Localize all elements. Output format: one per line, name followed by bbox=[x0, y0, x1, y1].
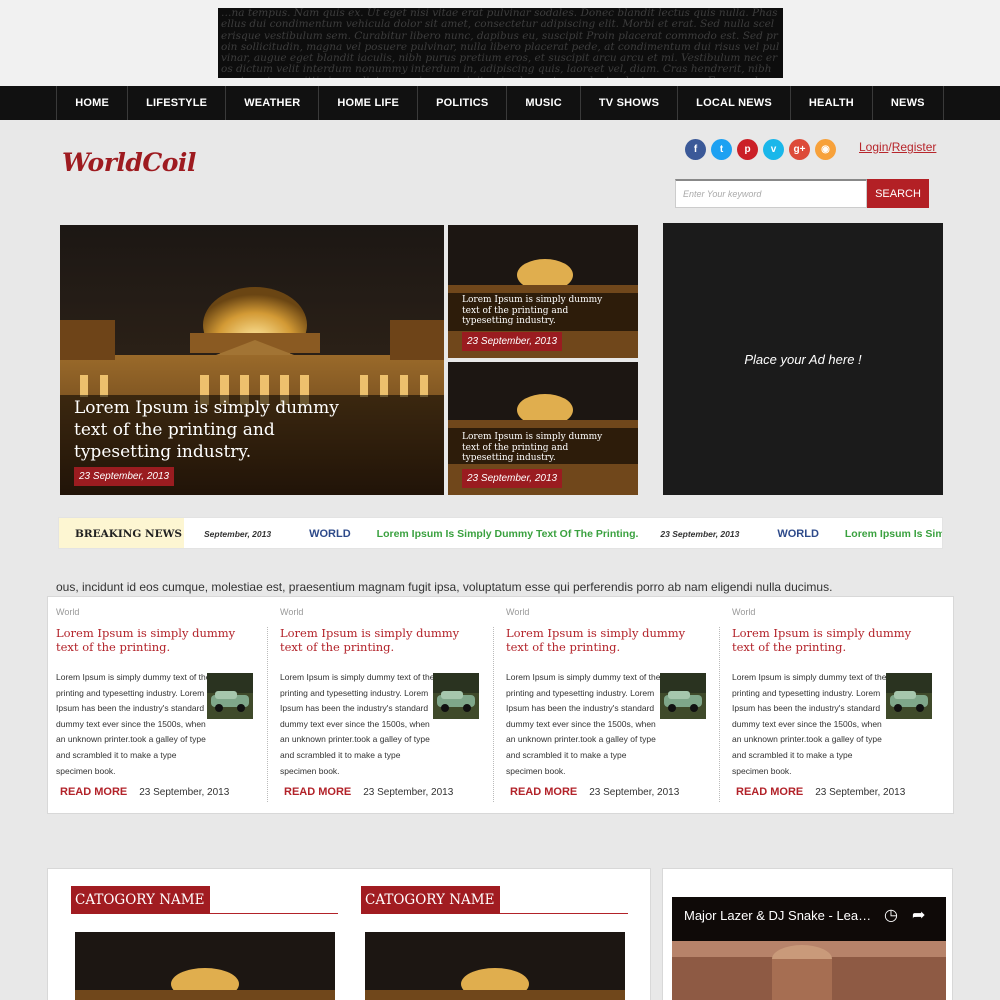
category-photo[interactable] bbox=[365, 932, 625, 1000]
nav-item-tv-shows[interactable]: TV SHOWS bbox=[581, 86, 679, 120]
nav-item-weather[interactable]: WEATHER bbox=[226, 86, 320, 120]
article-grid: World Lorem Ipsum is simply dummy text o… bbox=[47, 596, 954, 814]
ticker-date: September, 2013 bbox=[204, 529, 272, 539]
article-title[interactable]: Lorem Ipsum is simply dummy text of the … bbox=[56, 626, 256, 654]
read-more-link[interactable]: READ MORE bbox=[736, 786, 803, 798]
article-thumbnail[interactable] bbox=[886, 673, 932, 719]
google-plus-icon[interactable]: g+ bbox=[789, 139, 810, 160]
article-date: 23 September, 2013 bbox=[363, 787, 454, 798]
column-divider bbox=[719, 627, 720, 802]
article-title[interactable]: Lorem Ipsum is simply dummy text of the … bbox=[280, 626, 480, 654]
featured-side-story[interactable]: Lorem Ipsum is simply dummy text of the … bbox=[448, 362, 638, 495]
nav-item-home-life[interactable]: HOME LIFE bbox=[319, 86, 419, 120]
article-category[interactable]: World bbox=[732, 607, 755, 617]
article-category[interactable]: World bbox=[506, 607, 529, 617]
category-title[interactable]: CATOGORY NAME bbox=[361, 886, 501, 914]
scrolling-text: ous, incidunt id eos cumque, molestiae e… bbox=[56, 580, 833, 594]
ticker-date: 23 September, 2013 bbox=[660, 529, 740, 539]
rss-icon[interactable]: ◉ bbox=[815, 139, 836, 160]
article-thumbnail[interactable] bbox=[433, 673, 479, 719]
nav-item-local-news[interactable]: LOCAL NEWS bbox=[678, 86, 791, 120]
breaking-news-label: BREAKING NEWS : bbox=[59, 518, 184, 548]
search-button[interactable]: SEARCH bbox=[867, 179, 929, 208]
read-more-link[interactable]: READ MORE bbox=[284, 786, 351, 798]
vimeo-icon[interactable]: v bbox=[763, 139, 784, 160]
nav-item-health[interactable]: HEALTH bbox=[791, 86, 873, 120]
category-section: CATOGORY NAME CATOGORY NAME bbox=[47, 868, 651, 1000]
article-excerpt: Lorem Ipsum is simply dummy text of the … bbox=[56, 672, 211, 776]
article-category[interactable]: World bbox=[280, 607, 303, 617]
ticker-headline[interactable]: Lorem Ipsum Is Simply Dummy Text Of The … bbox=[377, 528, 639, 540]
featured-side-date: 23 September, 2013 bbox=[462, 469, 563, 488]
category-title[interactable]: CATOGORY NAME bbox=[71, 886, 211, 914]
nav-item-news[interactable]: NEWS bbox=[873, 86, 944, 120]
video-title: Major Lazer & DJ Snake - Lea… bbox=[672, 897, 946, 941]
featured-side-date: 23 September, 2013 bbox=[462, 332, 563, 351]
video-section: Major Lazer & DJ Snake - Lea… ◷ ➦ bbox=[662, 868, 953, 1000]
site-logo[interactable]: WorldCoil bbox=[62, 148, 196, 177]
article-date: 23 September, 2013 bbox=[139, 787, 230, 798]
article-excerpt: Lorem Ipsum is simply dummy text of the … bbox=[506, 672, 661, 776]
article-excerpt: Lorem Ipsum is simply dummy text of the … bbox=[732, 672, 887, 776]
nav-item-politics[interactable]: POLITICS bbox=[418, 86, 508, 120]
featured-side-story[interactable]: Lorem Ipsum is simply dummy text of the … bbox=[448, 225, 638, 358]
nav-item-home[interactable]: HOME bbox=[57, 86, 129, 120]
nav-item-music[interactable]: MUSIC bbox=[507, 86, 581, 120]
ad-text: Place your Ad here ! bbox=[744, 351, 862, 367]
category-header: CATOGORY NAME bbox=[71, 886, 338, 914]
read-more-link[interactable]: READ MORE bbox=[510, 786, 577, 798]
ticker-category[interactable]: WORLD bbox=[309, 528, 351, 540]
ticker-category[interactable]: WORLD bbox=[777, 528, 819, 540]
social-links: f t p v g+ ◉ bbox=[685, 139, 836, 160]
header-banner: …na tempus. Nam quis ex. Ut eget nisi vi… bbox=[218, 8, 783, 78]
featured-main-caption[interactable]: Lorem Ipsum is simply dummy text of the … bbox=[74, 397, 354, 463]
column-divider bbox=[493, 627, 494, 802]
ticker-headline[interactable]: Lorem Ipsum Is Simply Dummy Text Of The … bbox=[845, 528, 942, 540]
facebook-icon[interactable]: f bbox=[685, 139, 706, 160]
article-date: 23 September, 2013 bbox=[589, 787, 680, 798]
search-bar: SEARCH bbox=[675, 179, 929, 208]
twitter-icon[interactable]: t bbox=[711, 139, 732, 160]
article-thumbnail[interactable] bbox=[660, 673, 706, 719]
auth-links: Login/Register bbox=[859, 140, 936, 154]
article-thumbnail[interactable] bbox=[207, 673, 253, 719]
video-player[interactable]: Major Lazer & DJ Snake - Lea… ◷ ➦ bbox=[672, 897, 946, 1000]
article-title[interactable]: Lorem Ipsum is simply dummy text of the … bbox=[732, 626, 932, 654]
category-header: CATOGORY NAME bbox=[361, 886, 628, 914]
read-more-link[interactable]: READ MORE bbox=[60, 786, 127, 798]
article-excerpt: Lorem Ipsum is simply dummy text of the … bbox=[280, 672, 435, 776]
clock-icon[interactable]: ◷ bbox=[884, 905, 898, 925]
ad-placeholder[interactable]: Place your Ad here ! bbox=[663, 223, 943, 495]
login-link[interactable]: Login bbox=[859, 140, 888, 154]
breaking-news-ticker: BREAKING NEWS : September, 2013 WORLD Lo… bbox=[58, 517, 943, 549]
featured-main-date: 23 September, 2013 bbox=[74, 467, 175, 486]
featured-side-caption[interactable]: Lorem Ipsum is simply dummy text of the … bbox=[462, 295, 612, 327]
register-link[interactable]: Register bbox=[892, 140, 937, 154]
search-input[interactable] bbox=[675, 179, 867, 208]
article-date: 23 September, 2013 bbox=[815, 787, 906, 798]
share-icon[interactable]: ➦ bbox=[912, 905, 925, 925]
column-divider bbox=[267, 627, 268, 802]
article-title[interactable]: Lorem Ipsum is simply dummy text of the … bbox=[506, 626, 706, 654]
featured-side-caption[interactable]: Lorem Ipsum is simply dummy text of the … bbox=[462, 432, 612, 464]
main-navigation: HOME LIFESTYLE WEATHER HOME LIFE POLITIC… bbox=[0, 86, 1000, 120]
nav-item-lifestyle[interactable]: LIFESTYLE bbox=[128, 86, 227, 120]
banner-text: …na tempus. Nam quis ex. Ut eget nisi vi… bbox=[221, 8, 780, 78]
category-photo[interactable] bbox=[75, 932, 335, 1000]
featured-main-story[interactable]: Lorem Ipsum is simply dummy text of the … bbox=[60, 225, 444, 495]
pinterest-icon[interactable]: p bbox=[737, 139, 758, 160]
article-category[interactable]: World bbox=[56, 607, 79, 617]
